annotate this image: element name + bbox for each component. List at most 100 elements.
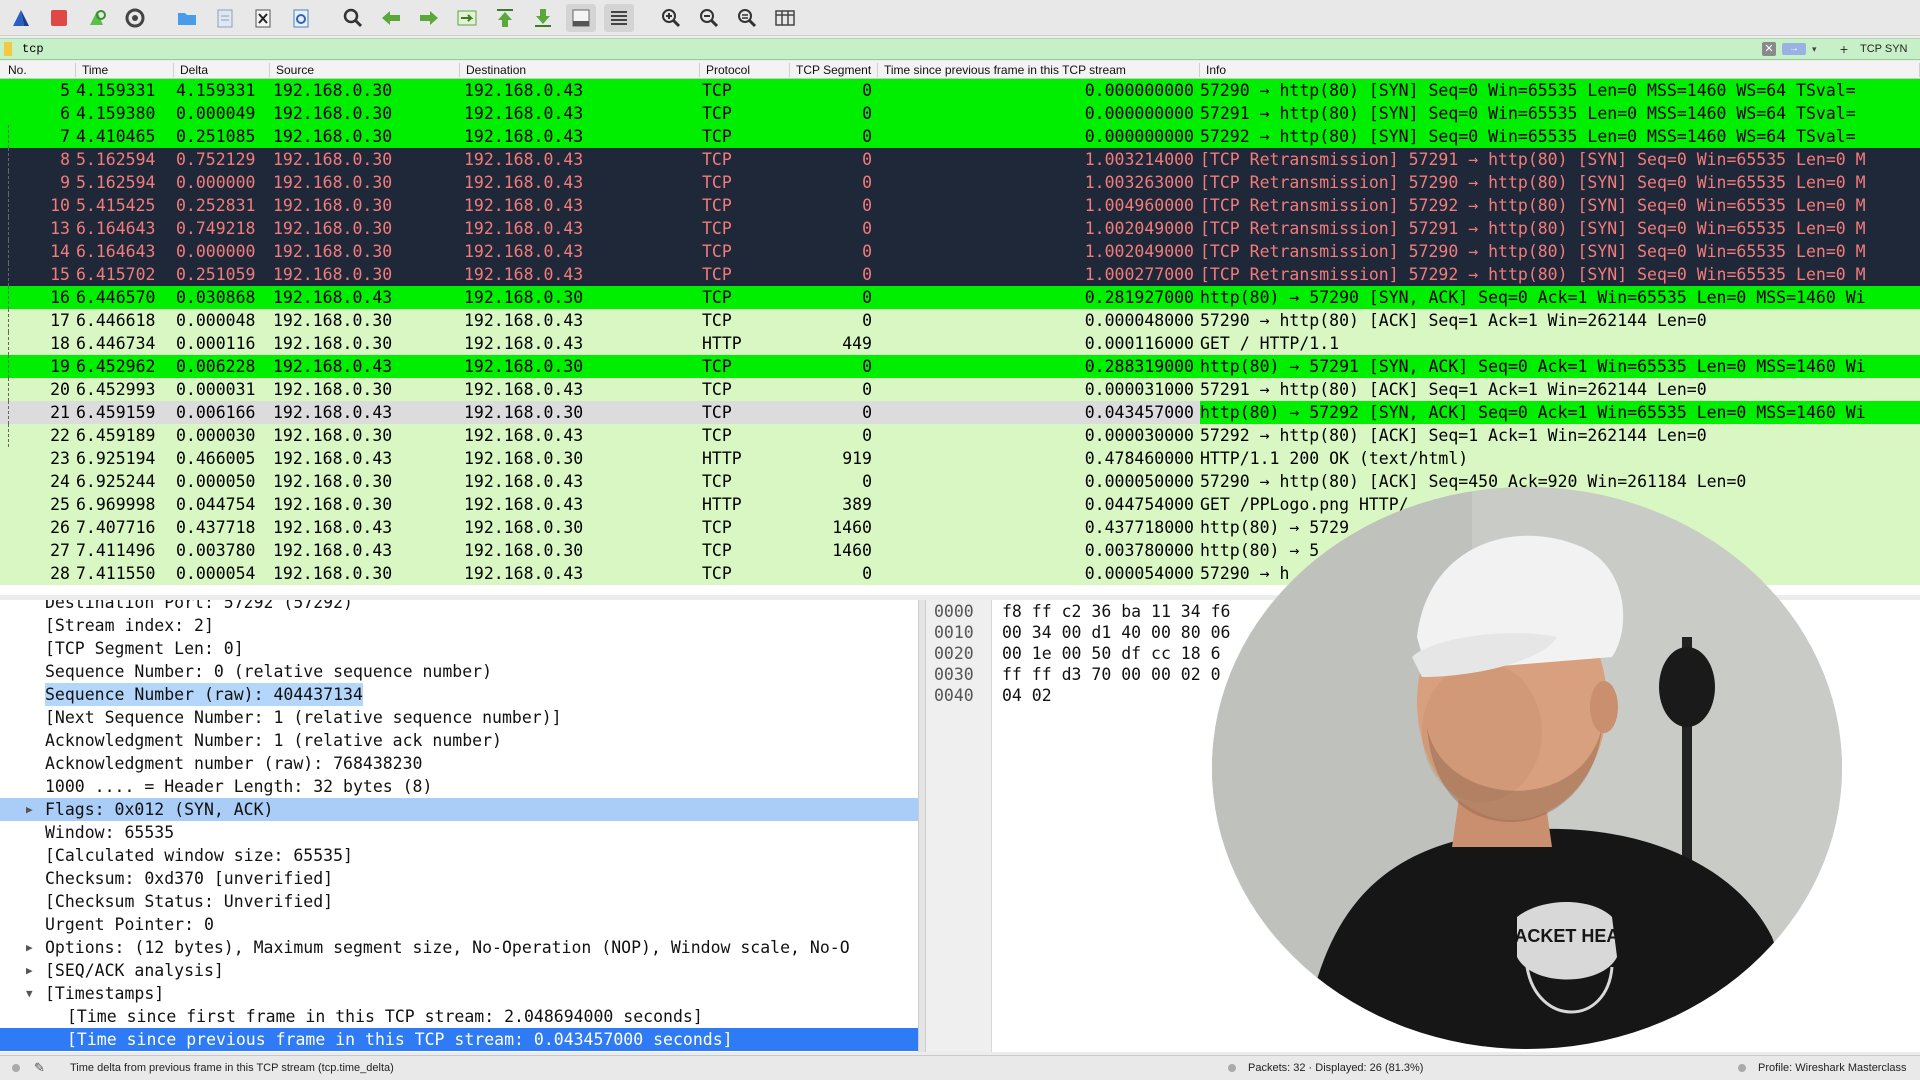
detail-tree-item[interactable]: Sequence Number: 0 (relative sequence nu… — [0, 660, 918, 683]
detail-tree-item[interactable]: [Time since previous frame in this TCP s… — [0, 1028, 918, 1051]
column-header[interactable]: Time since previous frame in this TCP st… — [880, 63, 1200, 77]
packet-row[interactable]: 10 5.415425 0.252831 192.168.0.30 192.168.0.… — [0, 194, 1920, 217]
detail-tree-item[interactable]: 1000 .... = Header Length: 32 bytes (8) — [0, 775, 918, 798]
expand-triangle-icon[interactable]: ▶ — [26, 936, 33, 959]
add-filter-button-icon[interactable]: + — [1832, 41, 1856, 57]
packet-cell-time: 6.925194 — [76, 449, 156, 468]
clear-filter-icon[interactable]: ✕ — [1762, 42, 1776, 56]
detail-tree-item[interactable]: Acknowledgment Number: 1 (relative ack n… — [0, 729, 918, 752]
resize-columns-button[interactable] — [770, 4, 800, 32]
packet-row[interactable]: 14 6.164643 0.000000 192.168.0.30 192.168.0.… — [0, 240, 1920, 263]
column-header[interactable]: Protocol — [702, 63, 790, 77]
detail-tree-item[interactable]: [Next Sequence Number: 1 (relative seque… — [0, 706, 918, 729]
colorize-button[interactable] — [604, 3, 634, 32]
filter-history-chevron-icon[interactable]: ▾ — [1812, 44, 1817, 55]
packet-row[interactable]: 22 6.459189 0.000030 192.168.0.30 192.168.0.… — [0, 424, 1920, 447]
zoom-reset-button[interactable] — [732, 4, 762, 32]
packet-cell-tsp: 0.000000000 — [1084, 81, 1194, 100]
find-packet-button[interactable] — [338, 4, 368, 32]
byte-hex-row[interactable]: ff ff d3 70 00 00 02 0 — [1002, 664, 1221, 685]
detail-tree-item[interactable]: ▶ [SEQ/ACK analysis] — [0, 959, 918, 982]
open-file-button[interactable] — [172, 4, 202, 32]
save-file-button[interactable] — [210, 4, 240, 32]
packet-cell-seg: 0 — [862, 104, 872, 123]
packet-row[interactable]: 6 4.159380 0.000049 192.168.0.30 192.168.0.4… — [0, 102, 1920, 125]
detail-tree-item[interactable]: ▼ [Timestamps] — [0, 982, 918, 1005]
detail-tree-item[interactable]: ▶ Options: (12 bytes), Maximum segment si… — [0, 936, 918, 959]
byte-hex-row[interactable]: f8 ff c2 36 ba 11 34 f6 — [1002, 601, 1230, 622]
column-header[interactable]: Delta — [176, 63, 270, 77]
filter-button-tcp-syn[interactable]: TCP SYN — [1860, 43, 1907, 55]
stop-capture-button[interactable] — [44, 4, 74, 32]
packet-cell-src: 192.168.0.43 — [273, 288, 393, 307]
detail-tree-item[interactable]: Sequence Number (raw): 404437134 — [0, 683, 918, 706]
detail-tree-item[interactable]: [Time since first frame in this TCP stre… — [0, 1005, 918, 1028]
packet-row[interactable]: 19 6.452962 0.006228 192.168.0.43 192.168.0.… — [0, 355, 1920, 378]
pane-splitter[interactable] — [918, 600, 926, 1052]
packet-cell-dst: 192.168.0.43 — [464, 196, 584, 215]
last-packet-button[interactable] — [528, 4, 558, 32]
detail-tree-item[interactable]: Window: 65535 — [0, 821, 918, 844]
column-header[interactable]: No. — [4, 63, 76, 77]
column-header[interactable]: Destination — [462, 63, 700, 77]
profile-label[interactable]: Profile: Wireshark Masterclass — [1758, 1062, 1907, 1074]
packet-row[interactable]: 5 4.159331 4.159331 192.168.0.30 192.168.0.4… — [0, 79, 1920, 102]
list-lines-icon — [611, 10, 627, 25]
detail-tree-item[interactable]: Destination Port: 57292 (57292) — [0, 600, 918, 614]
detail-tree-item[interactable]: Checksum: 0xd370 [unverified] — [0, 867, 918, 890]
column-header[interactable]: TCP Segment — [792, 63, 878, 77]
packet-row[interactable]: 20 6.452993 0.000031 192.168.0.30 192.168.0.… — [0, 378, 1920, 401]
bookmark-icon[interactable] — [4, 42, 12, 56]
start-capture-button[interactable] — [6, 4, 36, 32]
detail-tree-item[interactable]: [Calculated window size: 65535] — [0, 844, 918, 867]
packet-row[interactable]: 24 6.925244 0.000050 192.168.0.30 192.168.0.… — [0, 470, 1920, 493]
close-file-button[interactable] — [248, 4, 278, 32]
detail-tree-item[interactable]: [TCP Segment Len: 0] — [0, 637, 918, 660]
packet-cell-src: 192.168.0.30 — [273, 242, 393, 261]
packet-row[interactable]: 15 6.415702 0.251059 192.168.0.30 192.168.0.… — [0, 263, 1920, 286]
packet-cell-proto: TCP — [702, 403, 732, 422]
first-packet-button[interactable] — [490, 4, 520, 32]
go-back-button[interactable] — [376, 4, 406, 32]
detail-tree-item[interactable]: [Stream index: 2] — [0, 614, 918, 637]
packet-cell-time: 6.164643 — [76, 219, 156, 238]
packet-cell-src: 192.168.0.30 — [273, 311, 393, 330]
byte-hex-row[interactable]: 00 1e 00 50 df cc 18 6 — [1002, 643, 1221, 664]
packet-row[interactable]: 23 6.925194 0.466005 192.168.0.43 192.168.0.… — [0, 447, 1920, 470]
go-forward-button[interactable] — [414, 4, 444, 32]
byte-hex-row[interactable]: 00 34 00 d1 40 00 80 06 — [1002, 622, 1230, 643]
packet-row[interactable]: 9 5.162594 0.000000 192.168.0.30 192.168.0.4… — [0, 171, 1920, 194]
zoom-in-button[interactable] — [656, 4, 686, 32]
column-header[interactable]: Time — [78, 63, 174, 77]
packet-cell-proto: TCP — [702, 196, 732, 215]
detail-tree-item[interactable]: [Checksum Status: Unverified] — [0, 890, 918, 913]
packet-row[interactable]: 7 4.410465 0.251085 192.168.0.30 192.168.0.4… — [0, 125, 1920, 148]
column-header[interactable]: Source — [272, 63, 460, 77]
zoom-out-button[interactable] — [694, 4, 724, 32]
expand-triangle-icon[interactable]: ▶ — [26, 798, 33, 821]
restart-capture-button[interactable] — [82, 4, 112, 32]
column-header[interactable]: Info — [1202, 63, 1920, 77]
apply-filter-arrow-icon[interactable]: → — [1782, 43, 1806, 55]
autoscroll-button[interactable] — [566, 3, 596, 32]
expand-triangle-icon[interactable]: ▶ — [26, 959, 33, 982]
edit-comment-icon[interactable]: ✎ — [34, 1060, 45, 1076]
packet-row[interactable]: 17 6.446618 0.000048 192.168.0.30 192.168.0.… — [0, 309, 1920, 332]
capture-options-button[interactable] — [120, 4, 150, 32]
packet-details-pane[interactable]: Destination Port: 57292 (57292) [Stream i… — [0, 600, 918, 1052]
packet-row[interactable]: 18 6.446734 0.000116 192.168.0.30 192.168.0.… — [0, 332, 1920, 355]
display-filter-input[interactable] — [22, 39, 1762, 59]
packet-row[interactable]: 16 6.446570 0.030868 192.168.0.43 192.168.0.… — [0, 286, 1920, 309]
packet-row[interactable]: 13 6.164643 0.749218 192.168.0.30 192.168.0.… — [0, 217, 1920, 240]
packet-row[interactable]: 21 6.459159 0.006166 192.168.0.43 192.168.0.… — [0, 401, 1920, 424]
detail-tree-item[interactable]: Urgent Pointer: 0 — [0, 913, 918, 936]
byte-offset: 0040 — [934, 686, 974, 705]
detail-tree-item[interactable]: Acknowledgment number (raw): 768438230 — [0, 752, 918, 775]
packet-row[interactable]: 8 5.162594 0.752129 192.168.0.30 192.168.0.4… — [0, 148, 1920, 171]
expert-info-icon[interactable] — [12, 1064, 20, 1072]
collapse-triangle-icon[interactable]: ▼ — [26, 982, 33, 1005]
reload-file-button[interactable] — [286, 4, 316, 32]
byte-hex-row[interactable]: 04 02 — [1002, 685, 1052, 706]
detail-tree-item[interactable]: ▶ Flags: 0x012 (SYN, ACK) — [0, 798, 918, 821]
go-to-packet-button[interactable] — [452, 4, 482, 32]
